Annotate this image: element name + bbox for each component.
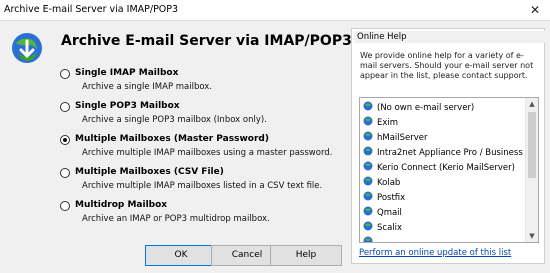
title-bar: Archive E-mail Server via IMAP/POP3 ✕ [0, 0, 550, 21]
scroll-thumb[interactable] [528, 112, 536, 178]
list-item[interactable]: Postfix [363, 191, 405, 205]
server-globe-icon [363, 191, 373, 201]
list-item[interactable]: Kolab [363, 176, 400, 190]
list-item[interactable]: Scalix [363, 221, 402, 235]
server-name: Kolab [377, 178, 401, 188]
panel-description: We provide online help for a variety of … [360, 51, 534, 80]
server-name: Intra2net Appliance Pro / Business Ser..… [377, 148, 539, 158]
list-item[interactable]: Qmail [363, 206, 402, 220]
server-globe-icon [363, 206, 373, 216]
server-globe-icon [363, 131, 373, 141]
online-help-panel: Online Help We provide online help for a… [351, 28, 545, 264]
radio-button[interactable] [60, 135, 70, 145]
server-globe-icon [363, 161, 373, 171]
server-name: Exim [377, 118, 399, 128]
option-description: Archive an IMAP or POP3 multidrop mailbo… [82, 214, 270, 224]
list-item[interactable]: (No own e-mail server) [363, 101, 474, 115]
vertical-scrollbar[interactable]: ▲ ▼ [525, 98, 538, 242]
server-globe-icon [363, 116, 373, 126]
list-item[interactable]: Intra2net Appliance Pro / Business Ser..… [363, 146, 539, 160]
server-name: hMailServer [377, 133, 428, 143]
server-globe-icon [363, 236, 373, 242]
option-label[interactable]: Single IMAP Mailbox [75, 68, 178, 78]
server-globe-icon [363, 101, 373, 111]
option-description: Archive a single POP3 mailbox (Inbox onl… [82, 115, 267, 125]
option-description: Archive multiple IMAP mailboxes using a … [82, 148, 333, 158]
server-globe-icon [363, 176, 373, 186]
option-label[interactable]: Multiple Mailboxes (Master Password) [75, 134, 269, 144]
online-update-link[interactable]: Perform an online update of this list [359, 248, 511, 258]
ok-button[interactable]: OK [145, 245, 217, 266]
close-icon[interactable]: ✕ [520, 0, 550, 20]
server-name: Postfix [377, 193, 406, 203]
page-heading: Archive E-mail Server via IMAP/POP3 [61, 33, 352, 49]
server-globe-icon [363, 221, 373, 231]
option-label[interactable]: Single POP3 Mailbox [75, 101, 180, 111]
radio-button[interactable] [60, 201, 70, 211]
option-description: Archive a single IMAP mailbox. [82, 82, 213, 92]
list-item[interactable]: Kerio Connect (Kerio MailServer) [363, 161, 515, 175]
option-description: Archive multiple IMAP mailboxes listed i… [82, 181, 323, 191]
radio-button[interactable] [60, 69, 70, 79]
radio-button[interactable] [60, 168, 70, 178]
server-name: Scalix [377, 223, 403, 233]
scroll-up-icon[interactable]: ▲ [526, 98, 538, 110]
list-item[interactable]: Exim [363, 116, 398, 130]
server-list[interactable]: (No own e-mail server) Exim hMailServer … [359, 97, 539, 243]
panel-title: Online Help [354, 31, 545, 43]
server-name: Qmail [377, 208, 402, 218]
option-label[interactable]: Multiple Mailboxes (CSV File) [75, 167, 224, 177]
option-label[interactable]: Multidrop Mailbox [75, 200, 167, 210]
help-button[interactable]: Help [270, 245, 342, 266]
server-globe-icon [363, 146, 373, 156]
list-item-partial[interactable] [363, 236, 377, 242]
archive-server-icon [12, 33, 42, 63]
list-item[interactable]: hMailServer [363, 131, 428, 145]
scroll-down-icon[interactable]: ▼ [526, 230, 538, 242]
window-title: Archive E-mail Server via IMAP/POP3 [4, 4, 179, 15]
radio-button[interactable] [60, 102, 70, 112]
server-name: Kerio Connect (Kerio MailServer) [377, 163, 515, 173]
server-name: (No own e-mail server) [377, 103, 475, 113]
